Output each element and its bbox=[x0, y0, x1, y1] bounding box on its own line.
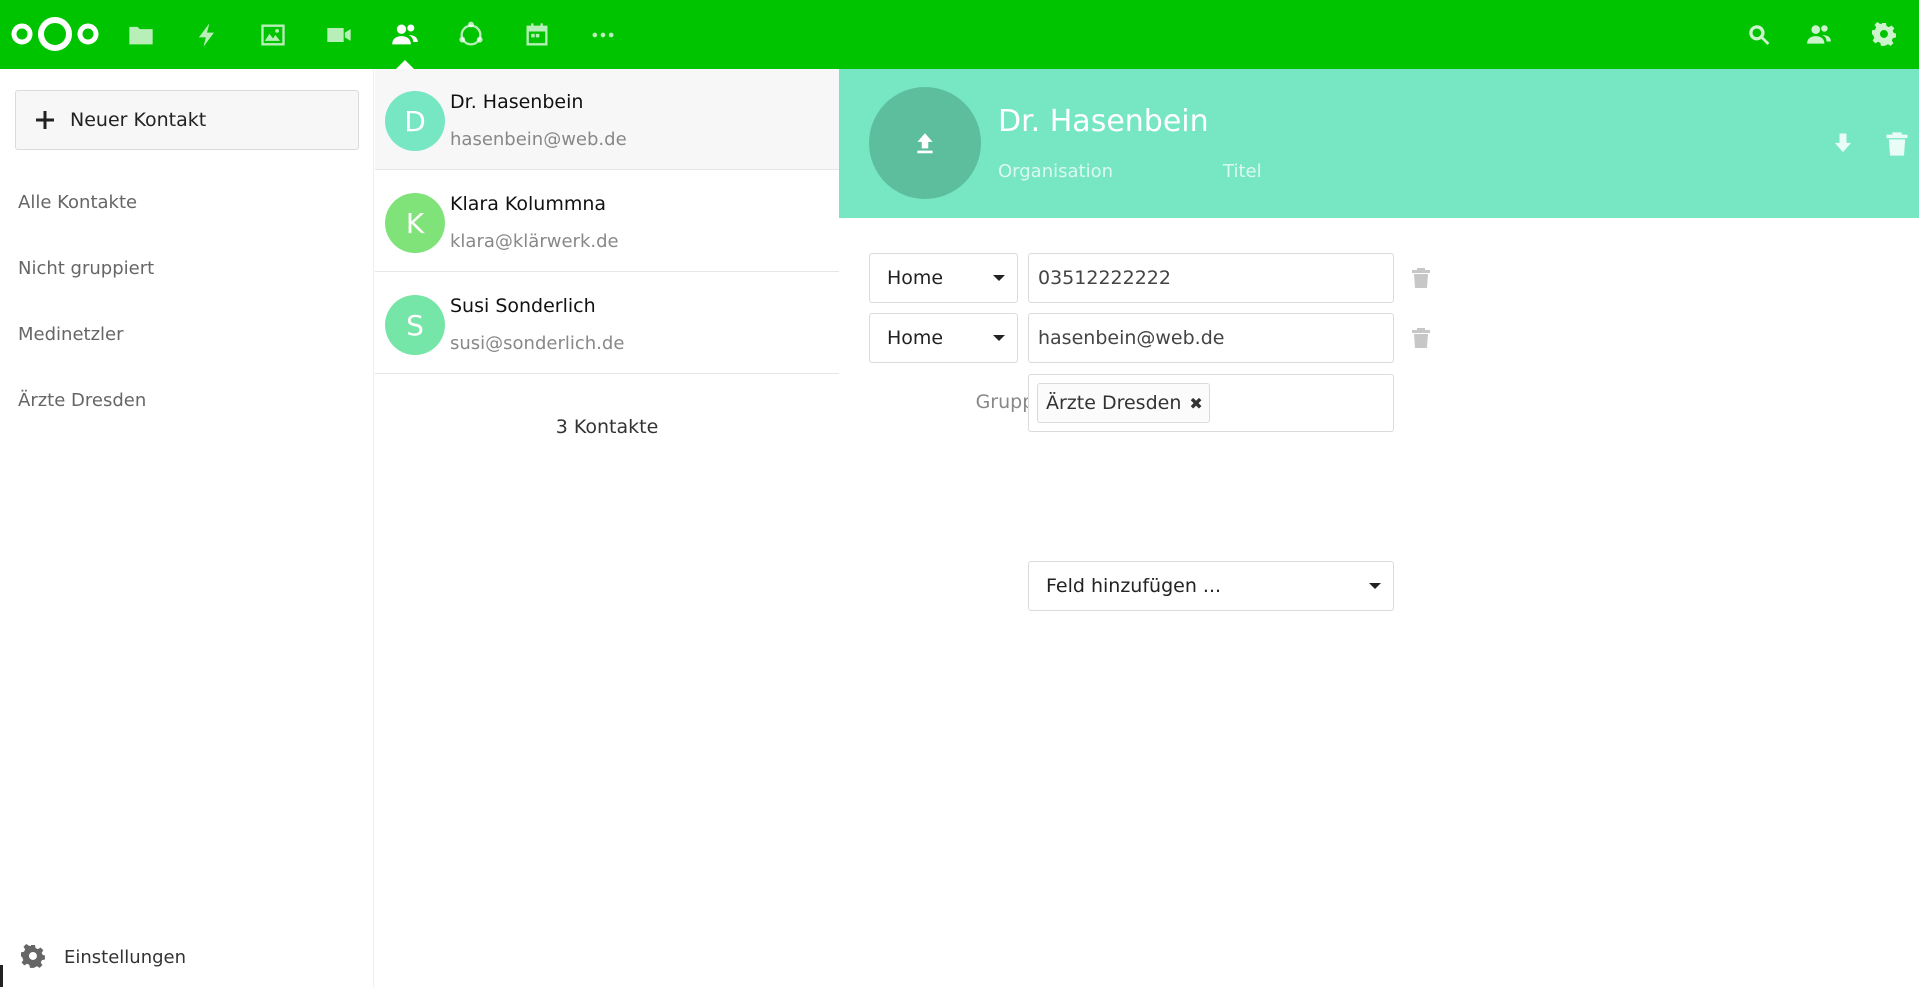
settings-label: Einstellungen bbox=[64, 946, 187, 968]
contact-name: Dr. Hasenbein bbox=[450, 91, 584, 113]
nav-item-nicht-gruppiert[interactable]: Nicht gruppiert bbox=[18, 258, 154, 279]
settings-button[interactable]: Einstellungen bbox=[0, 927, 374, 987]
new-contact-button[interactable]: Neuer Kontakt bbox=[15, 90, 359, 150]
new-contact-label: Neuer Kontakt bbox=[70, 109, 207, 131]
chevron-down-icon bbox=[1369, 583, 1381, 589]
contact-name: Susi Sonderlich bbox=[450, 295, 596, 317]
circles-app-icon[interactable] bbox=[438, 0, 504, 69]
contact-item-dr-hasenbein[interactable]: D Dr. Hasenbein hasenbein@web.de bbox=[375, 69, 839, 170]
nav-item-aerzte-dresden[interactable]: Ärzte Dresden bbox=[18, 390, 146, 411]
contact-details: Dr. Hasenbein Organisation Titel Home 03… bbox=[839, 69, 1919, 987]
contact-count: 3 Kontakte bbox=[555, 416, 659, 438]
files-app-icon[interactable] bbox=[108, 0, 174, 69]
download-icon[interactable] bbox=[1829, 130, 1857, 158]
more-apps-icon[interactable] bbox=[570, 0, 636, 69]
avatar: K bbox=[385, 193, 445, 253]
search-icon[interactable] bbox=[1729, 0, 1789, 69]
remove-group-close-icon[interactable]: ✖ bbox=[1189, 394, 1202, 413]
contact-email: klara@klärwerk.de bbox=[450, 231, 619, 252]
upload-avatar-button[interactable] bbox=[869, 87, 981, 199]
chevron-down-icon bbox=[993, 335, 1005, 341]
phone-type-select[interactable]: Home bbox=[869, 253, 1018, 303]
contact-list: D Dr. Hasenbein hasenbein@web.de K Klara… bbox=[375, 69, 839, 987]
groups-input[interactable]: Ärzte Dresden ✖ bbox=[1028, 374, 1394, 432]
contact-fullname[interactable]: Dr. Hasenbein bbox=[998, 104, 1209, 139]
delete-phone-trash-icon[interactable] bbox=[1409, 266, 1433, 290]
nav-item-medinetzler[interactable]: Medinetzler bbox=[18, 324, 124, 345]
organisation-field[interactable]: Organisation bbox=[998, 161, 1113, 182]
email-type-value: Home bbox=[887, 327, 944, 349]
gallery-app-icon[interactable] bbox=[240, 0, 306, 69]
title-field[interactable]: Titel bbox=[1223, 161, 1262, 182]
email-input[interactable]: hasenbein@web.de bbox=[1028, 313, 1394, 363]
header-right bbox=[1729, 0, 1919, 69]
contact-item-susi-sonderlich[interactable]: S Susi Sonderlich susi@sonderlich.de bbox=[375, 273, 839, 374]
email-type-select[interactable]: Home bbox=[869, 313, 1018, 363]
details-header: Dr. Hasenbein Organisation Titel bbox=[839, 69, 1919, 218]
contact-email: hasenbein@web.de bbox=[450, 129, 627, 150]
contacts-menu-icon[interactable] bbox=[1789, 0, 1849, 69]
calendar-app-icon[interactable] bbox=[504, 0, 570, 69]
settings-menu-gear-icon[interactable] bbox=[1849, 0, 1919, 69]
activity-app-icon[interactable] bbox=[174, 0, 240, 69]
nav-item-alle-kontakte[interactable]: Alle Kontakte bbox=[18, 192, 137, 213]
app-navigation bbox=[108, 0, 636, 69]
phone-input[interactable]: 03512222222 bbox=[1028, 253, 1394, 303]
chevron-down-icon bbox=[993, 275, 1005, 281]
avatar: D bbox=[385, 91, 445, 151]
group-chip-label: Ärzte Dresden bbox=[1046, 392, 1182, 414]
add-field-select[interactable]: Feld hinzufügen ... bbox=[1028, 561, 1394, 611]
delete-email-trash-icon[interactable] bbox=[1409, 326, 1433, 350]
gear-icon bbox=[20, 944, 45, 968]
contacts-app-icon[interactable] bbox=[372, 0, 438, 69]
add-field-label: Feld hinzufügen ... bbox=[1046, 575, 1222, 597]
phone-type-value: Home bbox=[887, 267, 944, 289]
nextcloud-logo[interactable] bbox=[9, 14, 101, 54]
avatar: S bbox=[385, 295, 445, 355]
scroll-edge-indicator bbox=[0, 965, 3, 987]
group-chip: Ärzte Dresden ✖ bbox=[1037, 383, 1210, 423]
contact-email: susi@sonderlich.de bbox=[450, 333, 625, 354]
upload-icon bbox=[917, 133, 933, 154]
left-navigation: Neuer Kontakt Alle Kontakte Nicht gruppi… bbox=[0, 69, 374, 987]
contact-item-klara-kolummna[interactable]: K Klara Kolummna klara@klärwerk.de bbox=[375, 171, 839, 272]
plus-icon bbox=[36, 111, 54, 129]
delete-contact-icon[interactable] bbox=[1883, 130, 1911, 158]
talk-app-icon[interactable] bbox=[306, 0, 372, 69]
contact-name: Klara Kolummna bbox=[450, 193, 607, 215]
top-header bbox=[0, 0, 1919, 69]
